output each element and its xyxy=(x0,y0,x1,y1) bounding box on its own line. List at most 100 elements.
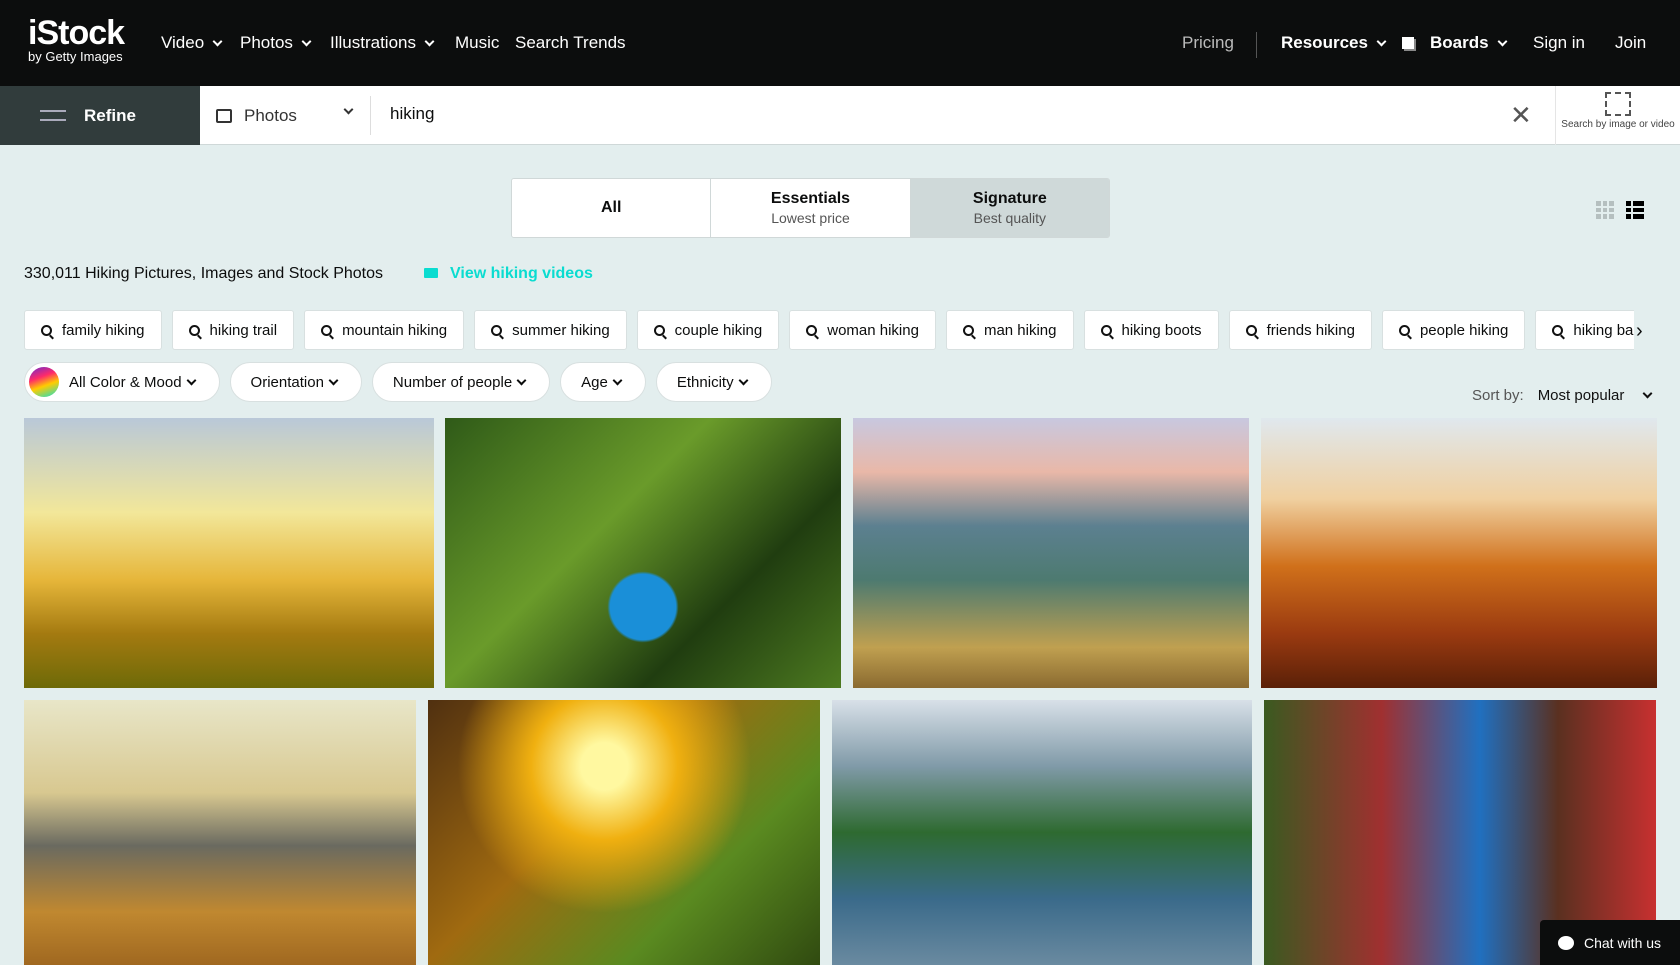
camera-icon xyxy=(216,108,232,123)
related-search-chip[interactable]: hiking boots xyxy=(1083,310,1219,350)
chevron-down-icon xyxy=(1497,36,1508,46)
chevron-down-icon xyxy=(301,36,312,46)
chevron-down-icon xyxy=(343,104,354,115)
sign-in-link[interactable]: Sign in xyxy=(1533,33,1585,53)
sliders-icon xyxy=(40,106,66,124)
chevron-right-icon[interactable]: › xyxy=(1636,320,1643,343)
search-icon xyxy=(1398,324,1410,336)
nav-label: Boards xyxy=(1430,33,1489,52)
nav-label: Music xyxy=(455,33,500,52)
nav-resources[interactable]: Resources xyxy=(1281,33,1389,53)
filter-label: Orientation xyxy=(250,373,324,391)
nav-label: Illustrations xyxy=(330,33,416,52)
search-icon xyxy=(188,324,200,336)
search-bar: Refine Photos hiking ✕ Search by image o… xyxy=(0,86,1680,145)
search-icon xyxy=(806,324,818,336)
sort-control[interactable]: Sort by: Most popular xyxy=(1472,387,1655,404)
color-wheel-icon xyxy=(29,367,59,397)
nav-pricing[interactable]: Pricing xyxy=(1182,33,1234,53)
search-icon xyxy=(1245,324,1257,336)
search-by-image-label: Search by image or video xyxy=(1561,119,1675,130)
related-search-chip[interactable]: family hiking xyxy=(24,310,162,350)
nav-label: Resources xyxy=(1281,33,1368,52)
related-search-chip[interactable]: mountain hiking xyxy=(304,310,465,350)
related-search-chip[interactable]: couple hiking xyxy=(636,310,780,350)
filter-color-mood[interactable]: All Color & Mood xyxy=(24,362,220,402)
related-searches: family hiking hiking trail mountain hiking… xyxy=(24,310,1634,350)
filter-label: Age xyxy=(581,373,608,391)
nav-video[interactable]: Video xyxy=(161,33,225,53)
mosaic-view-icon[interactable] xyxy=(1626,201,1644,219)
chip-label: woman hiking xyxy=(827,321,919,339)
chat-button[interactable]: Chat with us xyxy=(1540,920,1680,965)
license-tabs: All Essentials Lowest price Signature Best… xyxy=(511,178,1110,238)
chip-label: mountain hiking xyxy=(342,321,448,339)
related-search-chip[interactable]: hiking trail xyxy=(171,310,295,350)
chevron-down-icon xyxy=(738,375,749,385)
related-search-chip[interactable]: woman hiking xyxy=(789,310,936,350)
chat-label: Chat with us xyxy=(1584,934,1662,951)
nav-music[interactable]: Music xyxy=(455,33,499,53)
filter-ethnicity[interactable]: Ethnicity xyxy=(655,362,772,402)
image-result[interactable] xyxy=(24,418,434,688)
tab-signature[interactable]: Signature Best quality xyxy=(910,179,1109,237)
related-search-chip[interactable]: summer hiking xyxy=(474,310,627,350)
related-search-chip[interactable]: friends hiking xyxy=(1228,310,1372,350)
istock-logo[interactable]: iStock by Getty Images xyxy=(28,16,125,64)
sort-value: Most popular xyxy=(1537,387,1625,404)
image-result[interactable] xyxy=(853,418,1249,688)
nav-search-trends[interactable]: Search Trends xyxy=(515,33,626,53)
nav-photos[interactable]: Photos xyxy=(240,33,314,53)
join-link[interactable]: Join xyxy=(1615,33,1646,53)
nav-label: Photos xyxy=(240,33,293,52)
filter-bar: All Color & Mood Orientation Number of p… xyxy=(24,362,772,402)
tab-title: Signature xyxy=(972,190,1047,207)
image-result[interactable] xyxy=(832,700,1252,965)
chip-label: summer hiking xyxy=(512,321,610,339)
chip-label: family hiking xyxy=(62,321,145,339)
related-search-chip[interactable]: hiking bac xyxy=(1535,310,1634,350)
chevron-down-icon xyxy=(186,375,196,385)
filter-age[interactable]: Age xyxy=(560,362,646,402)
nav-label: Video xyxy=(161,33,205,52)
search-by-image-button[interactable]: Search by image or video xyxy=(1555,86,1680,145)
grid-view-icon[interactable] xyxy=(1596,201,1614,219)
chat-bubble-icon xyxy=(1558,935,1574,950)
video-camera-icon xyxy=(424,268,438,278)
chip-label: couple hiking xyxy=(674,321,763,339)
image-result[interactable] xyxy=(24,700,416,965)
chip-label: hiking boots xyxy=(1121,321,1202,339)
chip-label: hiking bac xyxy=(1573,321,1634,339)
nav-label: Search Trends xyxy=(515,33,626,52)
search-icon xyxy=(321,324,333,336)
media-type-select[interactable]: Photos xyxy=(216,86,370,145)
related-search-chip[interactable]: people hiking xyxy=(1381,310,1526,350)
search-icon xyxy=(491,324,503,336)
clear-search-icon[interactable]: ✕ xyxy=(1510,100,1532,131)
refine-label: Refine xyxy=(84,105,136,125)
image-result[interactable] xyxy=(1261,418,1657,688)
chevron-down-icon xyxy=(612,375,623,385)
nav-illustrations[interactable]: Illustrations xyxy=(330,33,437,53)
results-count: 330,011 Hiking Pictures, Images and Stoc… xyxy=(24,265,384,282)
related-search-chip[interactable]: man hiking xyxy=(945,310,1074,350)
chevron-down-icon xyxy=(424,36,435,46)
chip-label: hiking trail xyxy=(209,321,278,339)
search-icon xyxy=(1552,324,1564,336)
filter-number-of-people[interactable]: Number of people xyxy=(371,362,551,402)
refine-button[interactable]: Refine xyxy=(0,86,200,145)
nav-boards[interactable]: Boards xyxy=(1402,33,1510,53)
filter-label: Number of people xyxy=(392,373,513,391)
search-icon xyxy=(41,324,52,336)
media-type-value: Photos xyxy=(244,105,297,125)
tab-essentials[interactable]: Essentials Lowest price xyxy=(711,179,911,237)
search-icon xyxy=(1100,324,1112,336)
view-videos-link[interactable]: View hiking videos xyxy=(424,265,593,283)
chevron-down-icon xyxy=(1642,388,1653,399)
tab-all[interactable]: All xyxy=(512,179,712,237)
search-input[interactable]: hiking xyxy=(390,104,434,124)
image-result[interactable] xyxy=(445,418,841,688)
filter-orientation[interactable]: Orientation xyxy=(229,362,362,402)
image-result[interactable] xyxy=(428,700,820,965)
chevron-down-icon xyxy=(212,36,223,46)
